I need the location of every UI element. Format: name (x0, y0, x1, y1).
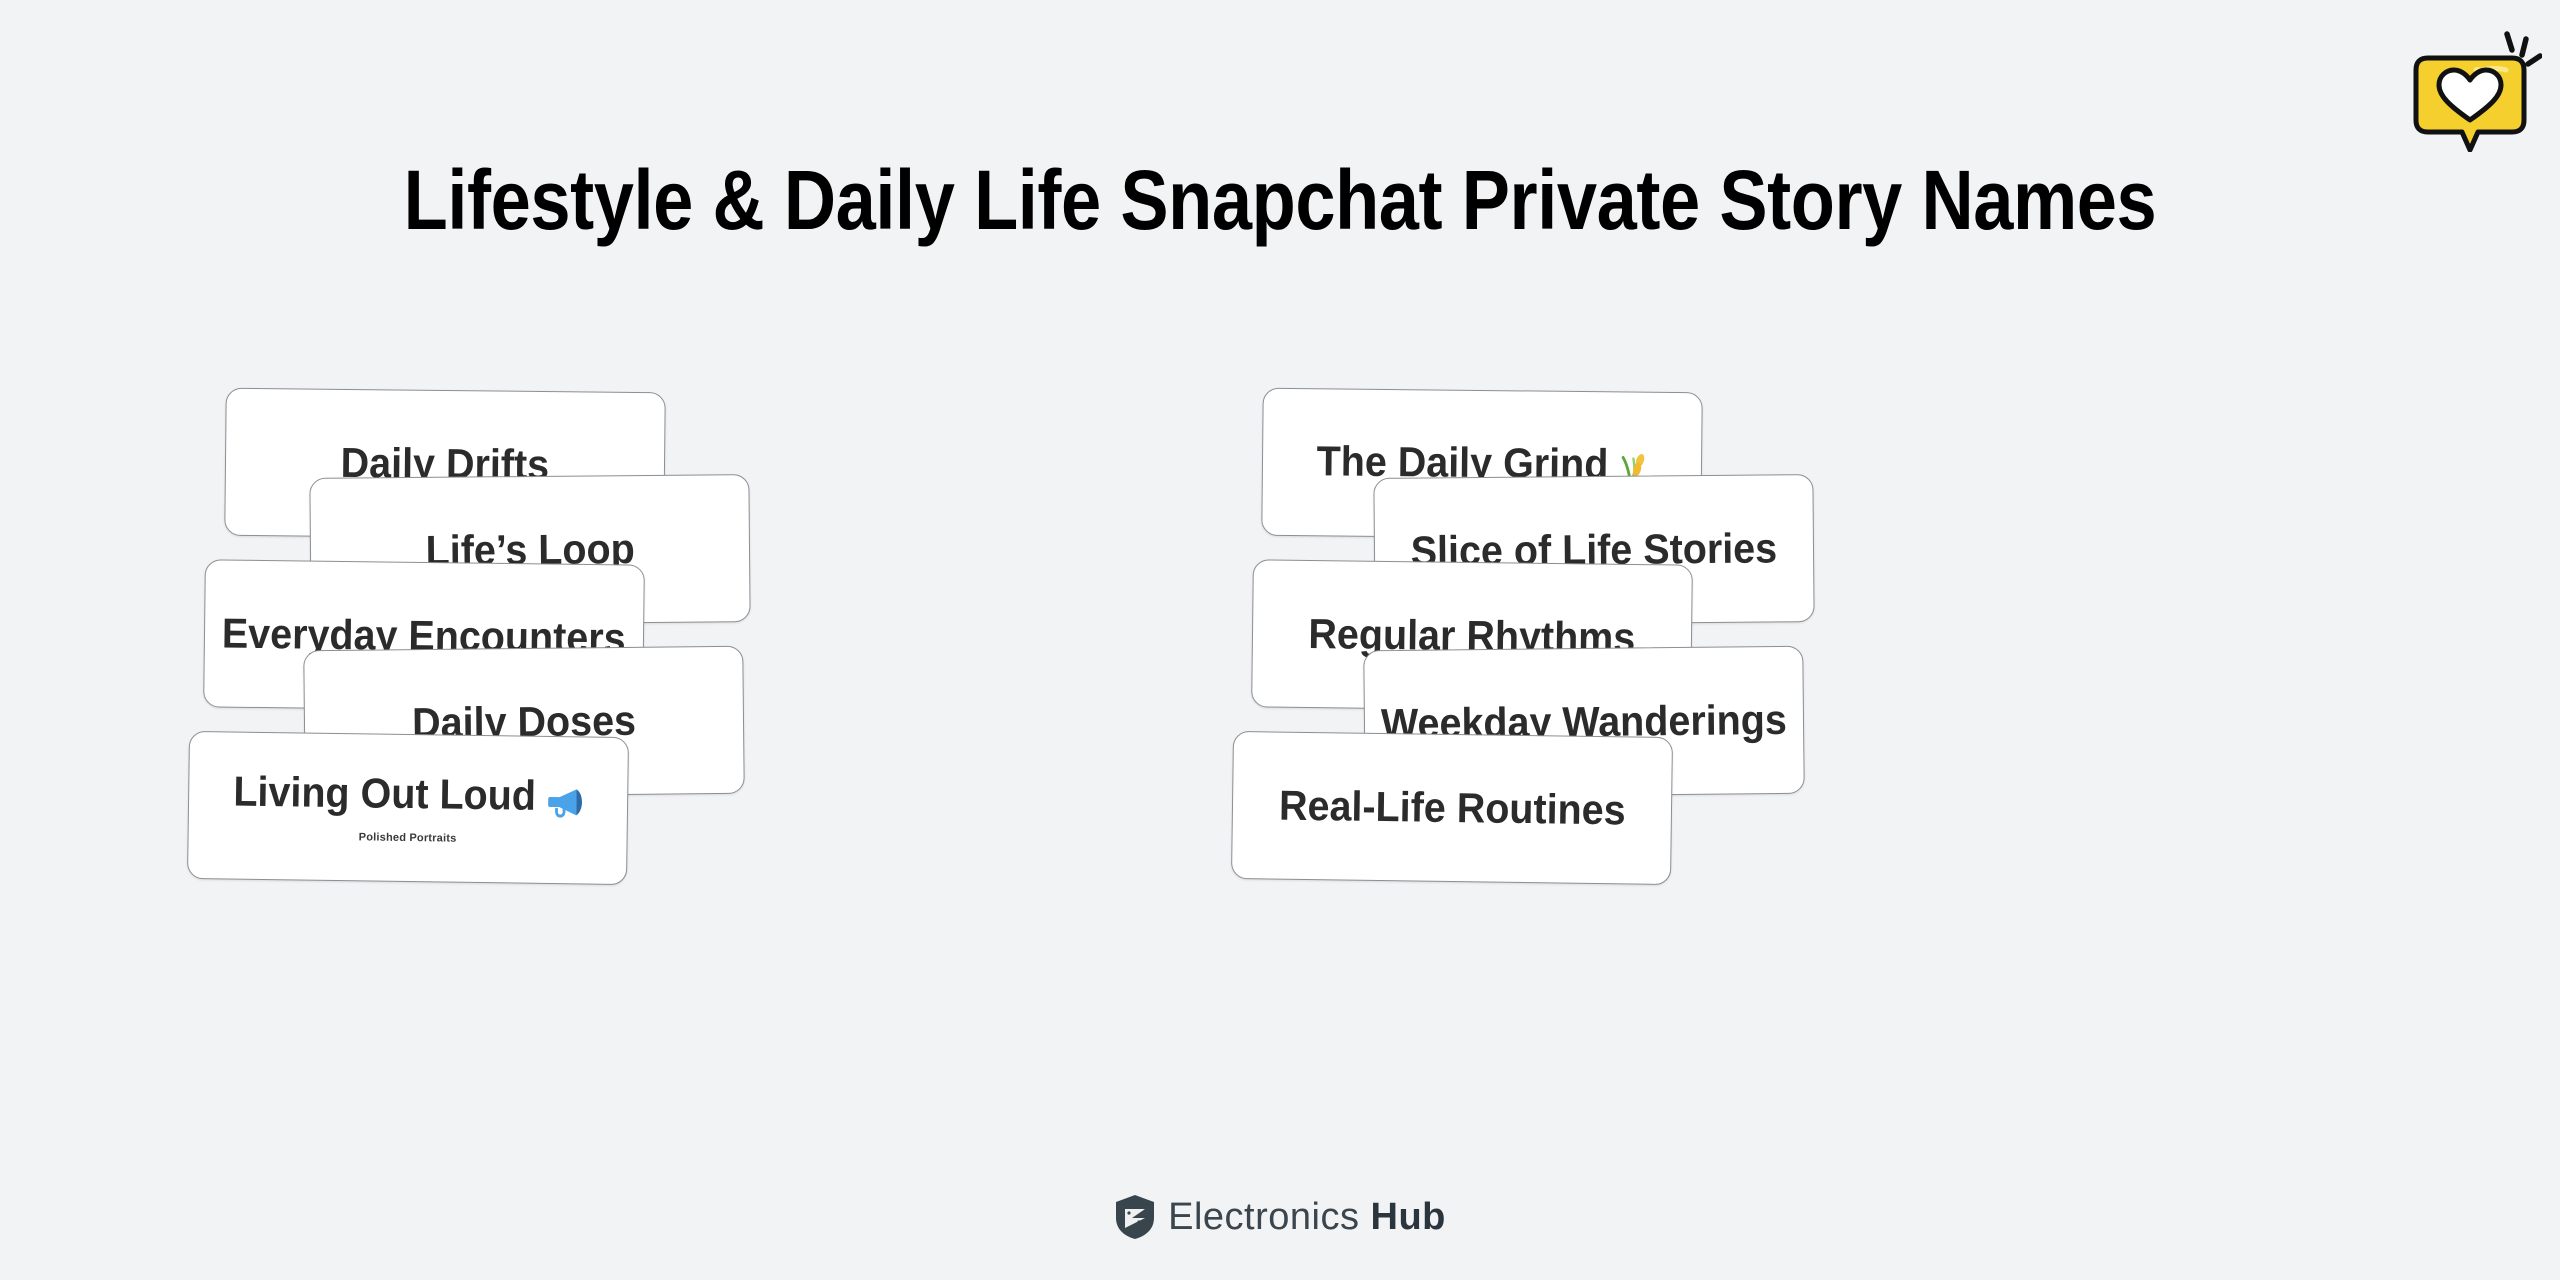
shield-logo-icon (1116, 1195, 1155, 1239)
page-title: Lifestyle & Daily Life Snapchat Private … (403, 153, 2157, 247)
story-name-card[interactable]: Living Out Loud Polished Portraits (186, 730, 630, 886)
card-subtext: Polished Portraits (358, 831, 457, 845)
footer-brand-text: Electronics Hub (1168, 1196, 1446, 1239)
card-label: Real-Life Routines (1278, 781, 1626, 834)
card-label-text: Living Out Loud (232, 767, 537, 819)
card-label: Living Out Loud (232, 767, 584, 823)
right-column: The Daily Grind Slice of Life Stories Re… (1230, 387, 2330, 1110)
footer-brand-light: Electronics (1168, 1195, 1360, 1238)
footer-brand-bold: Hub (1370, 1195, 1446, 1238)
megaphone-icon (535, 780, 583, 823)
cards-area: Daily Drifts Life’s Loop Everyday Encoun… (0, 387, 2560, 1110)
story-name-card[interactable]: Real-Life Routines (1230, 730, 1674, 886)
footer-brand: Electronics Hub (0, 1194, 2560, 1240)
left-column: Daily Drifts Life’s Loop Everyday Encoun… (186, 387, 1280, 1110)
heart-speech-bubble-icon (2402, 12, 2542, 152)
